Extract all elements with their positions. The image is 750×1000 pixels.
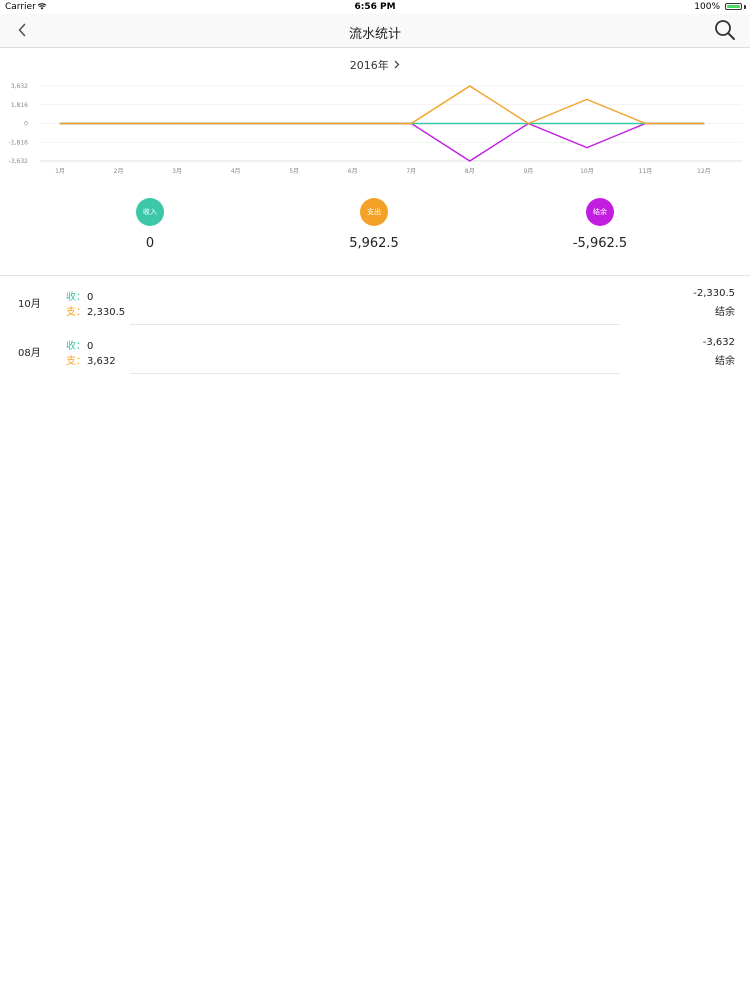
- income-value: 0: [87, 341, 94, 352]
- x-tick-label: 9月: [523, 168, 533, 175]
- row-income: 收：0: [66, 337, 93, 352]
- line-chart-svg: 3,632 1,816 0 -1,816 -3,632 1月 2月 3月 4月 5月 6月 7月 8月 9…: [9, 83, 742, 175]
- row-month: 08月: [18, 348, 41, 359]
- x-tick-label: 7月: [406, 168, 416, 175]
- chevron-right-icon: [394, 59, 400, 72]
- data-point: [59, 122, 61, 125]
- battery-icon: [725, 3, 742, 10]
- data-point: [235, 122, 237, 125]
- battery-tip: [744, 5, 746, 9]
- search-icon: [715, 20, 735, 40]
- data-point: [586, 122, 588, 125]
- data-point: [586, 98, 588, 101]
- year-selector[interactable]: 2016年: [0, 57, 750, 73]
- line-chart: 3,632 1,816 0 -1,816 -3,632 1月 2月 3月 4月 5月 6月 7月 8月 9…: [0, 78, 750, 182]
- x-tick-label: 6月: [348, 168, 358, 175]
- expense-value: 2,330.5: [87, 307, 126, 318]
- row-balance-value: -3,632: [702, 337, 735, 348]
- summary-expense: 支出 5,962.5: [314, 198, 434, 251]
- x-tick-label: 5月: [289, 168, 299, 175]
- row-divider: [130, 373, 620, 374]
- x-tick-label: 12月: [697, 168, 711, 175]
- row-balance-label: 结余: [715, 307, 735, 318]
- list-item[interactable]: 08月 收：0 支：3,632 -3,632 结余: [0, 326, 750, 374]
- navigation-bar: 流水统计: [0, 14, 750, 48]
- row-divider: [130, 324, 620, 325]
- battery-percent: 100%: [694, 2, 720, 12]
- data-point: [586, 146, 588, 149]
- income-value: 0: [87, 292, 94, 303]
- section-divider: [0, 275, 750, 276]
- data-point: [469, 160, 471, 162]
- clock-time: 6:56 PM: [354, 2, 396, 12]
- status-bar: Carrier 6:56 PM 100%: [0, 0, 750, 14]
- row-income: 收：0: [66, 288, 93, 303]
- list-item[interactable]: 10月 收：0 支：2,330.5 -2,330.5 结余: [0, 277, 750, 325]
- year-label: 2016年: [349, 59, 389, 72]
- expense-label: 支：: [66, 356, 86, 367]
- summary-income: 收入 0: [90, 198, 210, 251]
- data-point: [469, 85, 471, 87]
- page: Carrier 6:56 PM 100% 流水统计 2016年 3,632 1,…: [0, 0, 750, 1000]
- y-tick-label: 0: [24, 121, 28, 128]
- data-point: [117, 122, 120, 125]
- data-point: [352, 122, 354, 125]
- y-tick-label: -3,632: [9, 158, 29, 165]
- data-point: [703, 122, 705, 125]
- y-tick-label: 1,816: [11, 102, 28, 109]
- row-month: 10月: [18, 299, 41, 310]
- x-tick-label: 11月: [639, 168, 653, 175]
- data-point: [410, 122, 412, 125]
- row-expense: 支：3,632: [66, 352, 116, 367]
- expense-label: 支：: [66, 307, 86, 318]
- data-point: [527, 122, 529, 125]
- x-tick-label: 1月: [55, 168, 65, 175]
- row-balance-label: 结余: [715, 356, 735, 367]
- data-point: [176, 122, 178, 125]
- search-button[interactable]: [713, 18, 737, 42]
- data-point: [293, 122, 295, 125]
- income-label: 收：: [66, 341, 86, 352]
- x-tick-label: 3月: [172, 168, 182, 175]
- row-expense: 支：2,330.5: [66, 303, 125, 318]
- x-tick-label: 10月: [580, 168, 594, 175]
- summary-section: 收入 0 支出 5,962.5 结余 -5,962.5: [0, 198, 750, 258]
- income-total: 0: [145, 236, 155, 251]
- y-tick-label: 3,632: [11, 83, 28, 90]
- x-tick-label: 8月: [465, 168, 475, 175]
- expense-value: 3,632: [87, 356, 116, 367]
- expense-total: 5,962.5: [349, 236, 399, 251]
- balance-total: -5,962.5: [572, 236, 628, 251]
- x-tick-label: 4月: [231, 168, 241, 175]
- x-tick-label: 2月: [114, 168, 124, 175]
- data-point: [469, 122, 471, 125]
- y-tick-label: -1,816: [9, 139, 29, 146]
- income-badge: 收入: [136, 198, 164, 226]
- summary-balance: 结余 -5,962.5: [540, 198, 660, 251]
- row-balance-value: -2,330.5: [693, 288, 735, 299]
- page-title: 流水统计: [348, 27, 401, 42]
- balance-badge: 结余: [586, 198, 614, 226]
- data-point: [644, 122, 647, 125]
- income-label: 收：: [66, 292, 86, 303]
- expense-badge: 支出: [360, 198, 388, 226]
